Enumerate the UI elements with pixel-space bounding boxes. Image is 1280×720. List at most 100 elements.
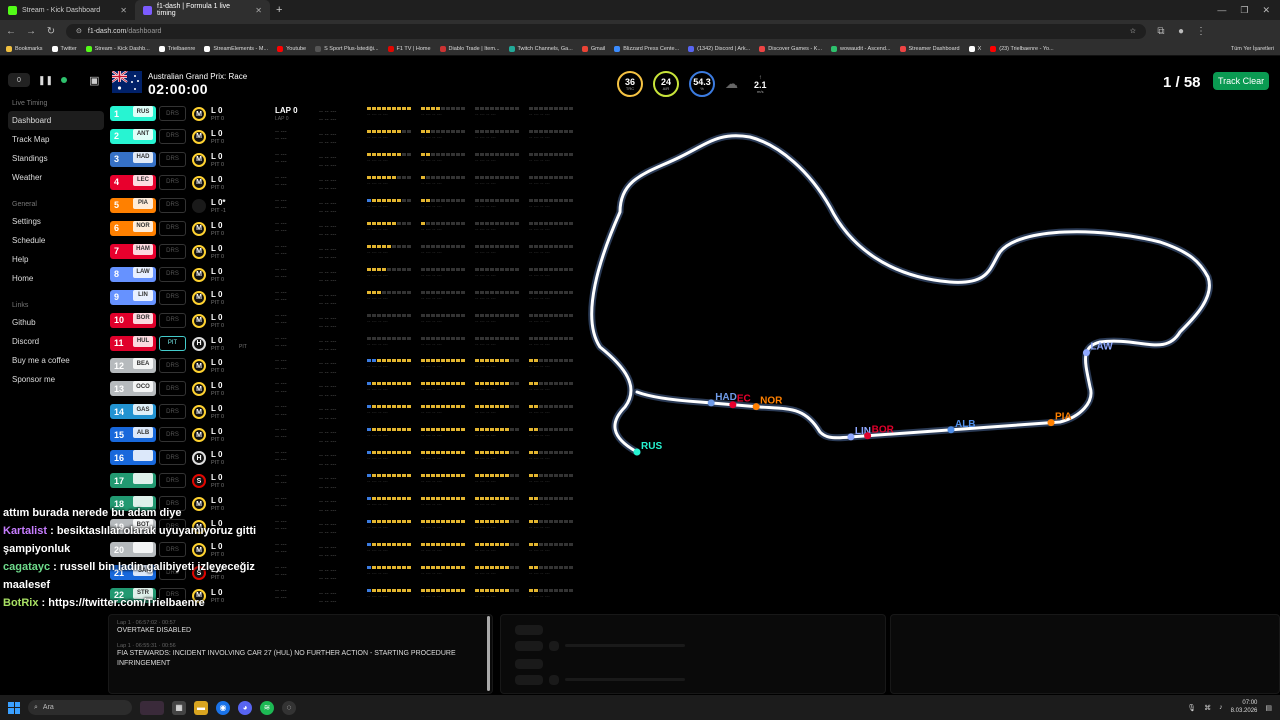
driver-row[interactable]: 12 BEA DRS M L 0 PIT 0 -- --- -- --- -- -- --- --… <box>110 356 573 378</box>
mini-sector <box>436 588 440 592</box>
race-control-scrollbar[interactable] <box>487 616 490 691</box>
sidebar-item-standings[interactable]: Standings <box>0 149 108 168</box>
back-icon[interactable]: ← <box>6 26 16 37</box>
driver-row[interactable]: 9 LIN DRS M L 0 PIT 0 -- --- -- --- -- -- --- -- … <box>110 288 573 310</box>
driver-row[interactable]: 15 ALB DRS M L 0 PIT 0 -- --- -- --- -- -- --- --… <box>110 425 573 447</box>
extensions-icon[interactable]: ⧉ <box>1156 26 1166 37</box>
close-window-icon[interactable]: ✕ <box>1262 5 1270 16</box>
sidebar-item-github[interactable]: Github <box>0 313 108 332</box>
taskbar-search[interactable]: ⌕ Ara <box>28 700 132 715</box>
bookmark-item[interactable]: Trielbaenre <box>158 45 195 52</box>
sidebar-item-coffee[interactable]: Buy me a coffee <box>0 351 108 370</box>
bookmark-item[interactable]: Stream - Kick Dashb... <box>85 45 150 52</box>
clock[interactable]: 07:00 8.03.2026 <box>1231 700 1258 714</box>
bookmark-item[interactable]: X <box>968 45 981 52</box>
sidebar-toggle-icon[interactable]: ▣ <box>89 74 99 87</box>
mini-sector <box>534 198 538 202</box>
sectors: -- --- -- --- -- --- -- --- -- --- -- --- -… <box>367 520 575 532</box>
driver-row[interactable]: 7 HAM DRS M L 0 PIT 0 -- --- -- --- -- -- --- -- … <box>110 242 573 264</box>
new-tab-button[interactable]: + <box>270 4 288 16</box>
close-icon[interactable]: ✕ <box>120 6 127 15</box>
sidebar-item-dashboard[interactable]: Dashboard <box>8 111 104 130</box>
bookmark-item[interactable]: F1 TV | Home <box>387 45 431 52</box>
sidebar-item-discord[interactable]: Discord <box>0 332 108 351</box>
mini-sector <box>426 152 430 156</box>
sector-time: -- --- -- --- <box>367 479 388 486</box>
bookmark-item[interactable]: Diablo Trade | Item... <box>439 45 500 52</box>
bookmark-item[interactable]: Bookmarks <box>6 45 43 52</box>
sidebar-item-schedule[interactable]: Schedule <box>0 231 108 250</box>
driver-row[interactable]: 8 LAW DRS M L 0 PIT 0 -- --- -- --- -- -- --- -- … <box>110 265 573 287</box>
star-icon[interactable]: ☆ <box>1130 27 1136 35</box>
driver-row[interactable]: 16 DRS H L 0 PIT 0 -- --- -- --- -- -- --- -- --… <box>110 448 573 470</box>
bookmark-item[interactable]: wowaudit - Ascend... <box>831 45 891 52</box>
race-control-message: Lap 1 · 06:55:31 · 00:56 FIA STEWARDS: IN… <box>117 643 484 668</box>
driver-row[interactable]: 13 OCO DRS M L 0 PIT 0 -- --- -- --- -- -- --- --… <box>110 379 573 401</box>
bookmark-item[interactable]: Twitch Channels, Ga... <box>508 45 573 52</box>
task-view-icon[interactable]: ▦ <box>172 700 186 715</box>
bookmark-item[interactable]: (1342) Discord | Ark... <box>688 45 750 52</box>
sector-3: -- --- -- --- <box>475 152 521 165</box>
mini-sector <box>510 198 514 202</box>
volume-icon[interactable]: ♪ <box>1219 704 1223 711</box>
bookmark-item[interactable]: (23) Trielbaenre - Yo... <box>990 45 1054 52</box>
discord-icon[interactable]: ◕ <box>238 700 252 715</box>
forward-icon[interactable]: → <box>26 26 36 37</box>
bookmark-item[interactable]: StreamElements - M... <box>204 45 268 52</box>
reload-icon[interactable]: ↻ <box>46 26 56 37</box>
mini-sector <box>559 382 563 386</box>
bookmark-item[interactable]: Discover Games - K... <box>759 45 822 52</box>
pause-icon[interactable]: ❚❚ <box>38 75 53 86</box>
sidebar-item-home[interactable]: Home <box>0 269 108 288</box>
mini-sector <box>426 290 430 294</box>
file-explorer-icon[interactable]: ▬ <box>194 700 208 715</box>
chrome-icon[interactable]: ◉ <box>216 700 230 715</box>
mini-sector <box>549 267 553 271</box>
network-icon[interactable]: ⌘ <box>1204 704 1211 712</box>
app-icon[interactable]: ◌ <box>282 700 296 715</box>
driver-row[interactable]: 11 HUL PIT H L 0 PIT 0 PIT -- --- -- --- -- -- --… <box>110 334 573 356</box>
bookmark-item[interactable]: Youtube <box>277 45 306 52</box>
mic-icon[interactable]: 🎙 <box>1187 704 1196 712</box>
mini-sector <box>372 313 376 317</box>
maximize-icon[interactable]: ❐ <box>1240 5 1248 16</box>
sidebar-item-settings[interactable]: Settings <box>0 212 108 231</box>
menu-icon[interactable]: ⋮ <box>1196 26 1206 37</box>
all-bookmarks-link[interactable]: Tüm Yer İşaretleri <box>1231 46 1274 52</box>
driver-row[interactable]: 4 LEC DRS M L 0 PIT 0 -- --- -- --- -- -- --- -- … <box>110 173 573 195</box>
driver-row[interactable]: 2 ANT DRS M L 0 PIT 0 -- --- -- --- -- -- --- -- … <box>110 127 573 149</box>
notification-icon[interactable]: ▤ <box>1265 704 1272 712</box>
sector-2: -- --- -- --- <box>421 588 467 601</box>
profile-icon[interactable]: ● <box>1176 26 1186 37</box>
driver-row[interactable]: 3 HAD DRS M L 0 PIT 0 -- --- -- --- -- -- --- -- … <box>110 150 573 172</box>
site-info-icon[interactable]: ⊙ <box>76 27 82 35</box>
spotify-icon[interactable]: ≋ <box>260 700 274 715</box>
driver-row[interactable]: 5 PIA DRS L 0* PIT -1 -- --- -- --- -- -- --- --… <box>110 196 573 218</box>
minimize-icon[interactable]: — <box>1217 5 1226 16</box>
bookmark-item[interactable]: Streamer Dashboard <box>899 45 960 52</box>
browser-tab-kick[interactable]: Stream - Kick Dashboard ✕ <box>0 0 135 20</box>
close-icon[interactable]: ✕ <box>255 6 262 15</box>
windows-start-icon[interactable] <box>8 701 20 714</box>
driver-row[interactable]: 14 GAS DRS M L 0 PIT 0 -- --- -- --- -- -- --- --… <box>110 402 573 424</box>
sidebar-item-help[interactable]: Help <box>0 250 108 269</box>
sidebar-item-sponsor[interactable]: Sponsor me <box>0 370 108 389</box>
driver-row[interactable]: 10 BOR DRS M L 0 PIT 0 -- --- -- --- -- -- --- --… <box>110 311 573 333</box>
driver-row[interactable]: 1 RUS DRS M L 0 PIT 0 LAP 0 LAP 0 -- -- --- -- --… <box>110 104 573 126</box>
mini-sector <box>446 428 450 432</box>
tyre-info: L 0 PIT 0 <box>211 426 224 444</box>
game-thumbnail-icon[interactable] <box>140 700 164 715</box>
url-field[interactable]: ⊙ f1-dash.com/dashboard ☆ <box>66 23 1146 39</box>
bookmark-item[interactable]: S Sport Plus-İstediği... <box>315 45 379 52</box>
delay-input[interactable]: 0 <box>8 73 30 87</box>
browser-tab-f1dash[interactable]: f1-dash | Formula 1 live timing ✕ <box>135 0 270 20</box>
bookmark-item[interactable]: Twitter <box>51 45 77 52</box>
sidebar-item-weather[interactable]: Weather <box>0 168 108 187</box>
driver-row[interactable]: 17 DRS S L 0 PIT 0 -- --- -- --- -- -- --- -- --… <box>110 471 573 493</box>
driver-row[interactable]: 6 NOR DRS M L 0 PIT 0 -- --- -- --- -- -- --- -- … <box>110 219 573 241</box>
sidebar-item-track-map[interactable]: Track Map <box>0 130 108 149</box>
mini-sector <box>539 474 543 478</box>
bookmark-item[interactable]: Gmail <box>581 45 605 52</box>
bookmark-item[interactable]: Blizzard Press Cente... <box>614 45 679 52</box>
mini-sector <box>461 107 465 110</box>
